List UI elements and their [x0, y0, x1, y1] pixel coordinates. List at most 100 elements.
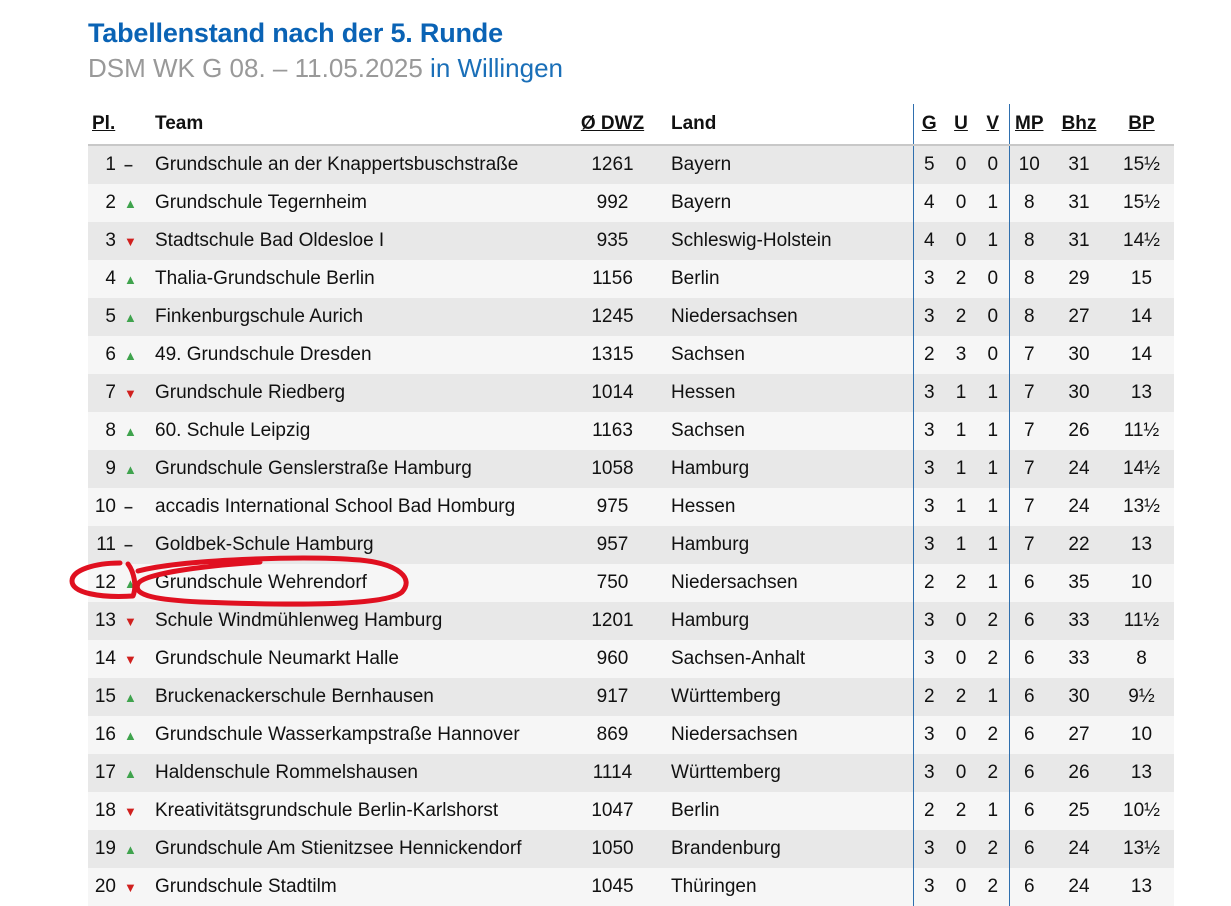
- u-cell: 0: [955, 876, 967, 897]
- team-link[interactable]: Bruckenackerschule Bernhausen: [155, 678, 575, 716]
- table-row: 2 ▲ Grundschule Tegernheim 992 Bayern 4 0 1 8 31 1…: [88, 184, 1174, 222]
- header-dwz[interactable]: Ø DWZ: [575, 104, 650, 145]
- team-name: Thalia-Grundschule Berlin: [155, 268, 375, 289]
- land-link[interactable]: Sachsen-Anhalt: [650, 640, 913, 678]
- g-cell: 2: [912, 336, 945, 374]
- trend-same-icon: –: [124, 157, 133, 174]
- bp-cell: 13½: [1123, 838, 1160, 859]
- team-link[interactable]: Grundschule Riedberg: [155, 374, 575, 412]
- team-link[interactable]: Grundschule Am Stienitzsee Hennickendorf: [155, 830, 575, 868]
- land-name: Schleswig-Holstein: [671, 230, 832, 251]
- table-row: 9 ▲ Grundschule Genslerstraße Hamburg 1058 H…: [88, 450, 1174, 488]
- trend-cell: ▲: [116, 450, 155, 488]
- header-pl[interactable]: Pl.: [88, 104, 116, 145]
- u-cell: 1: [955, 496, 967, 517]
- land-name: Sachsen: [671, 420, 745, 441]
- header-u[interactable]: U: [945, 104, 977, 145]
- table-row: 5 ▲ Finkenburgschule Aurich 1245 Niedersachs…: [88, 298, 1174, 336]
- bhz-cell: 25: [1068, 800, 1090, 821]
- u-cell: 3: [955, 344, 967, 365]
- v-cell: 0: [987, 268, 999, 289]
- header-land: Land: [671, 113, 717, 134]
- place-cell: 3: [105, 230, 116, 251]
- trend-cell: ▼: [116, 640, 155, 678]
- land-link[interactable]: Bayern: [650, 145, 913, 184]
- place-cell: 10: [94, 496, 116, 517]
- land-link[interactable]: Brandenburg: [650, 830, 913, 868]
- dwz-cell: 1261: [591, 154, 634, 175]
- team-link[interactable]: Grundschule Neumarkt Halle: [155, 640, 575, 678]
- mp-cell: 10: [1008, 145, 1049, 184]
- u-cell: 2: [955, 572, 967, 593]
- g-cell: 4: [912, 222, 945, 260]
- header-v[interactable]: V: [977, 104, 1009, 145]
- trend-cell: ▲: [116, 754, 155, 792]
- table-row: 13 ▼ Schule Windmühlenweg Hamburg 1201 Hambu…: [88, 602, 1174, 640]
- mp-cell: 7: [1008, 450, 1049, 488]
- bp-cell: 15½: [1123, 154, 1160, 175]
- table-row: 20 ▼ Grundschule Stadtilm 1045 Thüringen 3 0 2 6…: [88, 868, 1174, 906]
- v-cell: 1: [987, 382, 999, 403]
- trend-down-icon: ▼: [124, 652, 137, 667]
- land-link[interactable]: Hamburg: [650, 526, 913, 564]
- bp-cell: 15: [1130, 268, 1153, 289]
- trend-cell: ▼: [116, 792, 155, 830]
- event-location-link[interactable]: in Willingen: [430, 53, 563, 83]
- header-bhz[interactable]: Bhz: [1049, 104, 1109, 145]
- land-link[interactable]: Hessen: [650, 488, 913, 526]
- v-cell: 0: [987, 306, 999, 327]
- team-link[interactable]: Grundschule Tegernheim: [155, 184, 575, 222]
- trend-cell: ▼: [116, 868, 155, 906]
- mp-cell: 7: [1008, 374, 1049, 412]
- place-cell: 9: [105, 458, 116, 479]
- place-cell: 17: [94, 762, 116, 783]
- mp-cell: 6: [1008, 602, 1049, 640]
- g-cell: 3: [912, 602, 945, 640]
- bp-cell: 10: [1130, 724, 1153, 745]
- bhz-cell: 30: [1068, 686, 1090, 707]
- dwz-cell: 1201: [591, 610, 634, 631]
- trend-up-icon: ▲: [124, 272, 137, 287]
- u-cell: 2: [955, 800, 967, 821]
- g-cell: 3: [912, 640, 945, 678]
- v-cell: 1: [987, 230, 999, 251]
- mp-cell: 8: [1008, 260, 1049, 298]
- header-g[interactable]: G: [912, 104, 945, 145]
- u-cell: 0: [955, 838, 967, 859]
- dwz-cell: 750: [596, 572, 629, 593]
- header-bp[interactable]: BP: [1109, 104, 1174, 145]
- mp-cell: 6: [1008, 678, 1049, 716]
- dwz-cell: 1014: [591, 382, 634, 403]
- bhz-cell: 35: [1068, 572, 1090, 593]
- v-cell: 1: [987, 686, 999, 707]
- trend-cell: ▲: [116, 184, 155, 222]
- table-row: 1– Grundschule an der Knappertsbuschstraß…: [88, 145, 1174, 184]
- land-link[interactable]: Hamburg: [650, 602, 913, 640]
- team-link[interactable]: Goldbek-Schule Hamburg: [155, 526, 575, 564]
- team-name: 49. Grundschule Dresden: [155, 344, 372, 365]
- table-row: 6 ▲ 49. Grundschule Dresden 1315 Sachsen 2 3 0 7…: [88, 336, 1174, 374]
- land-link[interactable]: Bayern: [650, 184, 913, 222]
- place-cell: 16: [94, 724, 116, 745]
- team-link[interactable]: Grundschule an der Knappertsbuschstraße: [155, 145, 575, 184]
- header-mp[interactable]: MP: [1008, 104, 1049, 145]
- land-link[interactable]: Hessen: [650, 374, 913, 412]
- bp-cell: 13: [1130, 382, 1153, 403]
- land-link[interactable]: Berlin: [650, 260, 913, 298]
- g-cell: 3: [912, 830, 945, 868]
- team-link[interactable]: Grundschule Genslerstraße Hamburg: [155, 450, 575, 488]
- table-row: 18 ▼ Kreativitätsgrundschule Berlin-Karlsh…: [88, 792, 1174, 830]
- g-cell: 2: [912, 564, 945, 602]
- bhz-cell: 29: [1068, 268, 1090, 289]
- v-cell: 2: [987, 762, 999, 783]
- dwz-cell: 1114: [592, 762, 633, 783]
- land-link[interactable]: Hamburg: [650, 450, 913, 488]
- trend-up-icon: ▲: [124, 462, 137, 477]
- land-name: Niedersachsen: [671, 306, 798, 327]
- land-link[interactable]: Berlin: [650, 792, 913, 830]
- trend-cell: –: [116, 488, 155, 526]
- bp-cell: 13: [1130, 534, 1153, 555]
- standings-table: Pl. Team Ø DWZ Land G U V MP Bhz BP 1– Gr…: [88, 104, 1174, 906]
- land-link[interactable]: Thüringen: [650, 868, 913, 906]
- team-link[interactable]: Schule Windmühlenweg Hamburg: [155, 602, 575, 640]
